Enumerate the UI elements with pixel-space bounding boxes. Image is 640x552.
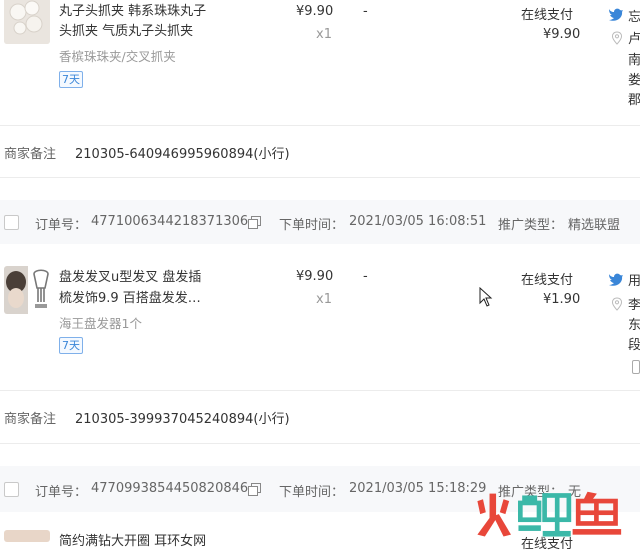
merchant-note-label: 商家备注 [4,412,57,427]
watermark-logo [477,491,622,537]
product-title-partial[interactable]: 简约满钻大开圈 耳环女网 [59,532,206,551]
location-pin-icon [611,297,623,311]
payment-method: 在线支付 [521,8,574,23]
address-line-4: 郡 [628,93,640,108]
location-pin-icon [611,31,623,45]
unit-price: ¥9.90 [296,269,334,284]
address-line-2: 南 [628,53,640,68]
product-spec: 香槟珠珠夹/交叉抓夹 [59,49,176,64]
buyer-name: 忘 [628,10,640,25]
order-number: 4771006344218371306 [91,214,249,229]
order-number: 4770993854450820846 [91,481,249,496]
product-thumbnail[interactable] [4,0,50,44]
product-thumbnail[interactable] [4,266,54,314]
order-time: 2021/03/05 16:08:51 [349,214,487,229]
order-select-checkbox[interactable] [4,215,19,230]
copy-icon[interactable] [248,216,261,229]
order-time-label: 下单时间： [279,485,345,500]
merchant-note-label: 商家备注 [4,147,57,162]
service-tag: 7天 [59,71,83,88]
unit-price: ¥9.90 [296,4,334,19]
payment-method: 在线支付 [521,273,574,288]
order-time-label: 下单时间： [279,218,345,233]
mouse-cursor-icon [479,287,493,307]
merchant-note[interactable]: 210305-640946995960894(小行) [75,143,290,162]
paid-amount: ¥1.90 [543,292,581,307]
address-line-3: 娄 [628,73,640,88]
order-time: 2021/03/05 15:18:29 [349,481,487,496]
quantity: x1 [316,292,332,307]
hair-fork-image [4,266,49,314]
order-number-label: 订单号： [35,485,88,500]
phone-icon [632,360,640,374]
divider [0,125,640,126]
product-thumbnail[interactable] [4,530,50,542]
divider [0,443,640,444]
divider [0,390,640,391]
discount: - [363,269,368,284]
address-line-1: 卢 [628,32,640,47]
product-title-line1[interactable]: 盘发发叉u型发叉 盘发插 [59,268,201,287]
bird-icon [609,273,623,286]
pearl-clip-image [4,0,50,44]
merchant-note[interactable]: 210305-399937045240894(小行) [75,408,290,427]
promo-type: 精选联盟 [568,218,621,233]
product-title-line2[interactable]: 梳发饰9.9 百搭盘发发… [59,289,201,308]
service-tag: 7天 [59,337,83,354]
paid-amount: ¥9.90 [543,27,581,42]
bird-icon [609,8,623,21]
discount: - [363,4,368,19]
product-title-line1[interactable]: 丸子头抓夹 韩系珠珠丸子 [59,2,206,21]
product-spec: 海王盘发器1个 [59,316,142,331]
address-line-2: 东 [628,318,640,333]
buyer-name: 用 [628,274,640,289]
product-title-line2[interactable]: 头抓夹 气质丸子头抓夹 [59,22,193,41]
copy-icon[interactable] [248,483,261,496]
divider [0,177,640,178]
quantity: x1 [316,27,332,42]
order-number-label: 订单号： [35,218,88,233]
address-line-1: 李 [628,298,640,313]
address-line-3: 段 [628,338,640,353]
promo-type-label: 推广类型： [498,218,564,233]
order-select-checkbox[interactable] [4,482,19,497]
